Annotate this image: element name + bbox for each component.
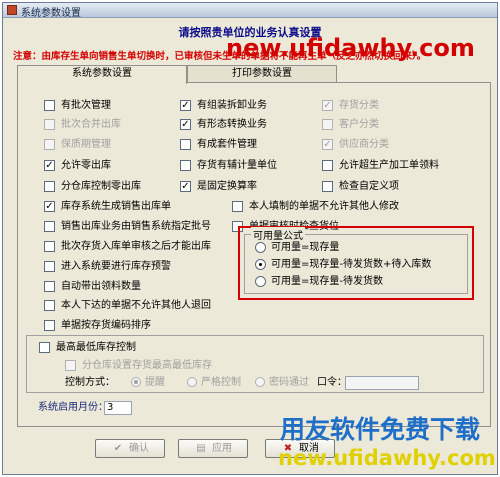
radio-label: 严格控制 — [201, 377, 241, 388]
checkbox-box — [232, 201, 243, 212]
checkbox-label: 有批次管理 — [61, 100, 111, 111]
checkbox-box: ✓ — [322, 139, 333, 150]
checkbox-label: 批次存货入库单审核之后才能出库 — [61, 241, 211, 252]
button-label: 应用 — [212, 443, 232, 454]
checkbox-label: 销售出库业务由销售系统指定批号 — [61, 221, 211, 232]
watermark-top: new.ufidawhy.com — [226, 34, 475, 62]
checkbox-label: 分仓库控制零出库 — [61, 181, 141, 192]
app-icon — [7, 5, 17, 15]
checkbox-box: ✓ — [44, 160, 55, 171]
checkbox-box: ✓ — [44, 201, 55, 212]
control-method-label: 控制方式： — [65, 377, 115, 388]
checkbox-label: 有组装拆卸业务 — [197, 100, 267, 111]
window-title: 系统参数设置 — [21, 8, 81, 19]
radio-label: 可用量=现存量-待发货数 — [271, 276, 383, 287]
watermark-bottom-url: new.ufidawhy.com — [278, 446, 496, 470]
checkbox-box — [322, 181, 333, 192]
available-formula-highlight: 可用量公式 可用量=现存量 可用量=现存量-待发货数+待入库数 可用量=现存量-… — [238, 226, 474, 300]
tab-label: 系统参数设置 — [72, 68, 132, 79]
tab-strip: 系统参数设置 打印参数设置 — [17, 65, 487, 84]
radio-label: 密码通过 — [269, 377, 309, 388]
checkbox-box — [44, 320, 55, 331]
radio-dot — [255, 259, 266, 270]
tab-panel: 有批次管理 批次合并出库 保质期管理 ✓ 允许零出库 分仓库控制零出库 ✓ 库存系统… — [17, 82, 491, 427]
checkbox-box: ✓ — [180, 181, 191, 192]
checkbox-label: 允许超生产加工单领料 — [339, 160, 439, 171]
apply-button[interactable]: ▤ 应用 — [178, 439, 248, 458]
checkbox-label: 是固定换算率 — [197, 181, 257, 192]
radio-dot — [187, 377, 197, 387]
checkbox-label: 进入系统要进行库存预警 — [61, 261, 171, 272]
checkbox-label: 有形态转换业务 — [197, 119, 267, 130]
radio-dot — [255, 276, 266, 287]
checkbox-label: 检查自定义项 — [339, 181, 399, 192]
checkbox-label: 允许零出库 — [61, 160, 111, 171]
watermark-bottom-cn: 用友软件免费下载 — [280, 415, 481, 444]
title-bar: 系统参数设置 — [3, 3, 497, 19]
check-icon: ✔ — [113, 443, 123, 454]
checkbox-label: 存货有辅计量单位 — [197, 160, 277, 171]
checkbox-label: 库存系统生成销售出库单 — [61, 201, 171, 212]
checkbox-label: 批次合并出库 — [61, 119, 121, 130]
settings-window: 系统参数设置 请按照贵单位的业务认真设置 注意：由库存生单向销售生单切换时，已审… — [2, 2, 498, 475]
radio-dot — [255, 377, 265, 387]
checkbox-box — [44, 221, 55, 232]
group-title: 可用量公式 — [251, 227, 305, 242]
radio-dot — [255, 242, 266, 253]
checkbox-label: 最高最低库存控制 — [56, 342, 136, 353]
confirm-button[interactable]: ✔ 确认 — [95, 439, 165, 458]
checkbox-label: 单据按存货编码排序 — [61, 320, 151, 331]
password-label: 口令： — [317, 377, 347, 388]
radio-label: 可用量=现存量-待发货数+待入库数 — [271, 259, 432, 270]
checkbox-label: 供应商分类 — [339, 139, 389, 150]
password-field[interactable] — [345, 376, 419, 390]
checkbox-label: 本人下达的单据不允许其他人退回 — [61, 300, 211, 311]
checkbox-box — [39, 342, 50, 353]
checkbox-box — [44, 139, 55, 150]
button-label: 确认 — [129, 443, 149, 454]
checkbox-box — [44, 181, 55, 192]
checkbox-label: 存货分类 — [339, 100, 379, 111]
checkbox-box — [44, 241, 55, 252]
checkbox-box: ✓ — [180, 100, 191, 111]
radio-dot — [131, 377, 141, 387]
checkbox-box — [65, 360, 76, 371]
checkbox-label: 自动带出领料数量 — [61, 281, 141, 292]
checkbox-label: 本人填制的单据不允许其他人修改 — [249, 201, 399, 212]
checkbox-label: 客户分类 — [339, 119, 379, 130]
checkbox-label: 分仓库设置存货最高最低库存 — [82, 360, 212, 371]
tab-label: 打印参数设置 — [232, 68, 292, 79]
checkbox-label: 有成套件管理 — [197, 139, 257, 150]
radio-label: 可用量=现存量 — [271, 242, 340, 253]
checkbox-box — [322, 119, 333, 130]
radio-label: 提醒 — [145, 377, 165, 388]
checkbox-box — [180, 139, 191, 150]
start-month-label: 系统启用月份： — [38, 402, 108, 413]
checkbox-box — [322, 160, 333, 171]
start-month-field[interactable]: 3 — [104, 401, 132, 415]
checkbox-box — [44, 281, 55, 292]
checkbox-box — [44, 119, 55, 130]
checkbox-label: 保质期管理 — [61, 139, 111, 150]
apply-icon: ▤ — [196, 443, 206, 454]
checkbox-box: ✓ — [180, 119, 191, 130]
tab-system-params[interactable]: 系统参数设置 — [17, 65, 187, 84]
available-formula-group: 可用量公式 可用量=现存量 可用量=现存量-待发货数+待入库数 可用量=现存量-… — [244, 227, 468, 294]
checkbox-box: ✓ — [322, 100, 333, 111]
checkbox-box — [180, 160, 191, 171]
stock-control-group: 最高最低库存控制 分仓库设置存货最高最低库存 控制方式： 提醒 严格控制 密码通… — [26, 335, 484, 393]
checkbox-box — [44, 100, 55, 111]
checkbox-box — [44, 261, 55, 272]
checkbox-box — [44, 300, 55, 311]
tab-print-params[interactable]: 打印参数设置 — [187, 65, 337, 83]
